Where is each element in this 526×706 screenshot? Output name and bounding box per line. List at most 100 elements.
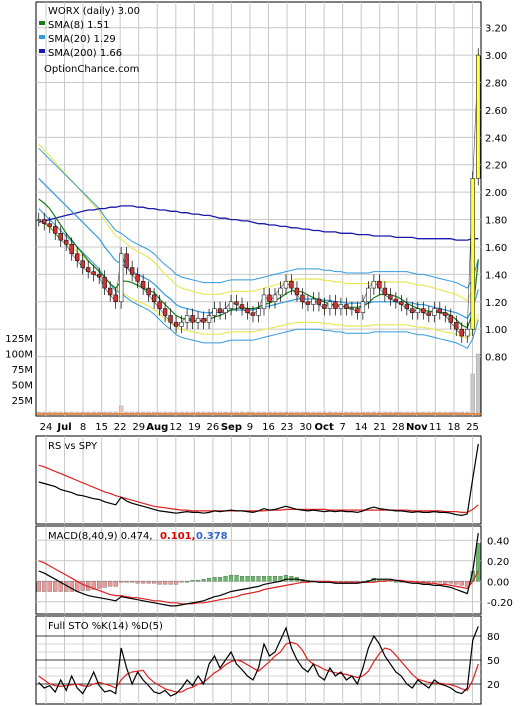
candle-body (410, 308, 415, 313)
macd-tick-label: -0.20 (487, 598, 513, 609)
x-tick-label: 25 (466, 422, 479, 433)
candle-body (151, 294, 157, 303)
candle-body (311, 298, 316, 305)
candle-body (245, 308, 250, 313)
x-tick-label: 16 (262, 422, 275, 433)
legend-sma200: SMA(200) 1.66 (48, 48, 122, 59)
candle-body (212, 308, 217, 316)
price-tick-label: 2.60 (485, 106, 507, 117)
macd-histogram-bar (443, 581, 448, 584)
sma200-swatch (39, 49, 45, 53)
macd-histogram-bar (141, 581, 146, 584)
x-tick-label: Nov (406, 422, 428, 433)
candle-body (223, 308, 228, 313)
macd-histogram-bar (36, 581, 41, 592)
macd-histogram-bar (53, 581, 58, 592)
candle-body (278, 287, 283, 296)
candle-body (97, 274, 102, 278)
candle-body (179, 322, 184, 327)
stochastic-tick-label: 50 (487, 656, 500, 667)
macd-histogram-bar (437, 581, 442, 583)
x-tick-label: 11 (429, 422, 442, 433)
macd-tick-label: 0.20 (487, 557, 509, 568)
candle-body (382, 287, 388, 296)
macd-histogram-bar (69, 581, 74, 592)
volume-tick-label: 75M (12, 365, 33, 376)
macd-histogram-bar (174, 581, 179, 585)
candle-body (448, 315, 453, 323)
macd-histogram-bar (393, 581, 398, 583)
macd-histogram-bar (195, 580, 201, 582)
stochastic-title: Full STO %K(14) %D(5) (48, 621, 163, 632)
candle-body (261, 294, 267, 309)
candle-body (140, 280, 146, 289)
macd-histogram-bar (157, 581, 162, 585)
candle-body (168, 315, 173, 323)
macd-histogram-bar (426, 581, 431, 583)
candle-body (113, 294, 118, 303)
stock-chart: 24 Jul 8 15 22 29 Aug 12 19 26 Sep 9 16 23 30 Oct 7 14 21 2… (0, 0, 526, 706)
macd-histogram-bar (223, 576, 228, 582)
candle-body (256, 308, 261, 316)
volume-tick-label: 50M (12, 381, 33, 392)
price-tick-label: 3.20 (485, 24, 507, 35)
candle-body (476, 54, 481, 179)
candle-body (344, 304, 349, 309)
price-tick-label: 2.00 (485, 188, 507, 199)
macd-histogram-bar (146, 581, 151, 584)
x-tick-label: 29 (132, 422, 145, 433)
stochastic-tick-label: 80 (487, 632, 500, 643)
candle-body (388, 294, 393, 300)
candle-body (377, 280, 382, 289)
candle-body (80, 260, 85, 268)
macd-signal-value: 0.101, (160, 531, 195, 542)
macd-histogram-bar (217, 577, 223, 582)
candle-body (465, 328, 470, 337)
macd-histogram-bar (152, 581, 157, 584)
candle-body (217, 308, 223, 313)
candle-body (360, 301, 366, 313)
macd-histogram-bar (190, 580, 195, 582)
candle-body (437, 308, 442, 313)
macd-histogram-bar (130, 581, 135, 583)
macd-histogram-bar (179, 581, 184, 583)
x-tick-label: Jul (56, 422, 71, 433)
candle-body (283, 280, 289, 289)
candle-body (206, 315, 212, 323)
price-tick-label: 1.00 (485, 325, 507, 336)
macd-histogram-bar (228, 574, 234, 582)
macd-histogram-bar (459, 581, 464, 586)
macd-histogram-bar (80, 581, 85, 591)
macd-histogram-bar (113, 581, 118, 587)
candle-body (91, 271, 96, 275)
candle-body (162, 308, 168, 316)
x-tick-label: 12 (169, 422, 182, 433)
x-tick-label: 19 (188, 422, 201, 433)
volume-tick-label: 100M (5, 350, 33, 361)
macd-histogram-bar (97, 581, 102, 589)
x-tick-label: 23 (281, 422, 294, 433)
price-tick-label: 2.20 (485, 161, 507, 172)
x-tick-label: 18 (448, 422, 461, 433)
candle-body (53, 226, 58, 234)
macd-histogram-bar (75, 581, 80, 592)
candle-body (443, 312, 448, 316)
price-tick-label: 1.40 (485, 270, 507, 281)
candle-body (322, 304, 327, 309)
macd-histogram-bar (272, 576, 278, 582)
candle-body (234, 301, 239, 305)
candle-body (201, 317, 206, 323)
x-tick-label: 28 (392, 422, 405, 433)
x-tick-label: 7 (339, 422, 345, 433)
candle-body (146, 287, 151, 296)
price-tick-label: 0.80 (485, 353, 507, 364)
candle-body (184, 315, 190, 323)
candle-body (459, 328, 464, 337)
macd-histogram-bar (185, 581, 190, 583)
candle-body (135, 274, 140, 282)
candle-body (124, 253, 129, 268)
candle-body (454, 322, 459, 330)
candle-body (157, 301, 162, 309)
candle-body (36, 219, 41, 221)
volume-tick-label: 25M (12, 396, 33, 407)
